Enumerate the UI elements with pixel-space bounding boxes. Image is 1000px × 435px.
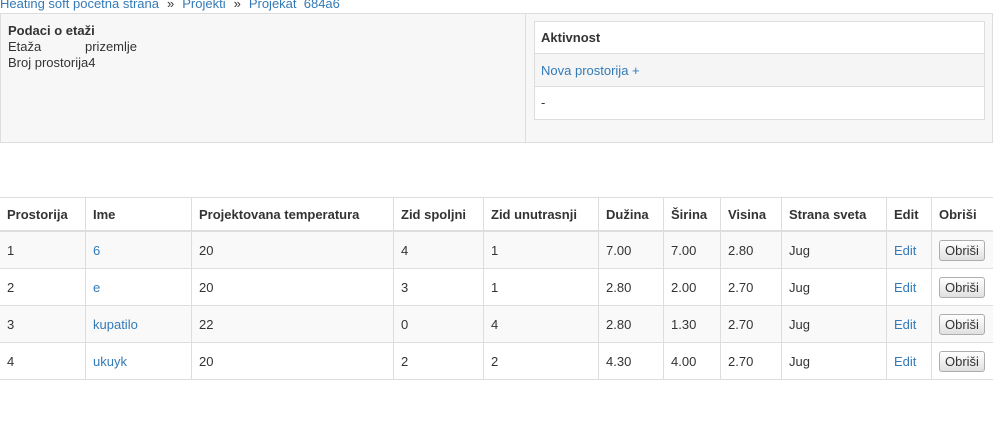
room-orientation: Jug	[781, 342, 887, 380]
room-count-value: 4	[88, 55, 96, 70]
column-header: Širina	[663, 197, 721, 232]
delete-cell: Obriši	[931, 231, 993, 269]
delete-button[interactable]: Obriši	[939, 276, 985, 298]
room-temperature: 22	[191, 305, 394, 343]
room-length: 2.80	[598, 268, 664, 306]
room-width: 1.30	[663, 305, 721, 343]
room-width: 4.00	[663, 342, 721, 380]
table-row: 3 kupatilo 22 0 4 2.80 1.30 2.70 Jug Edi…	[0, 305, 993, 343]
breadcrumb: Heating soft pocetna strana » Projekti » Pro…	[0, 0, 340, 12]
room-temperature: 20	[191, 342, 394, 380]
edit-link[interactable]: Edit	[894, 280, 916, 295]
room-width: 2.00	[663, 268, 721, 306]
delete-button[interactable]: Obriši	[939, 239, 985, 261]
breadcrumb-project-link[interactable]: Projekat 684a6	[249, 0, 340, 11]
activity-placeholder: -	[541, 95, 546, 110]
activity-new-room-row: Nova prostorija +	[535, 54, 984, 87]
table-row: 4 ukuyk 20 2 2 4.30 4.00 2.70 Jug Edit O…	[0, 342, 993, 380]
room-height: 2.70	[720, 268, 782, 306]
column-header: Obriši	[931, 197, 993, 232]
room-number: 3	[0, 305, 86, 343]
column-header: Zid spoljni	[393, 197, 484, 232]
room-outer-walls: 0	[393, 305, 484, 343]
activity-panel: Aktivnost Nova prostorija + -	[534, 21, 985, 120]
room-inner-walls: 1	[483, 231, 599, 269]
room-name-cell: e	[85, 268, 192, 306]
floor-details: Podaci o etaži Etaža prizemlje Broj prost…	[8, 23, 137, 71]
room-outer-walls: 4	[393, 231, 484, 269]
column-header: Ime	[85, 197, 192, 232]
room-inner-walls: 4	[483, 305, 599, 343]
room-name-link[interactable]: 6	[93, 243, 100, 258]
table-row: 2 e 20 3 1 2.80 2.00 2.70 Jug Edit Obriš…	[0, 268, 993, 306]
delete-cell: Obriši	[931, 342, 993, 380]
room-height: 2.70	[720, 342, 782, 380]
edit-cell: Edit	[886, 231, 932, 269]
room-inner-walls: 1	[483, 268, 599, 306]
breadcrumb-home-link[interactable]: Heating soft pocetna strana	[0, 0, 159, 11]
delete-button[interactable]: Obriši	[939, 313, 985, 335]
room-name-link[interactable]: kupatilo	[93, 317, 138, 332]
floor-details-title: Podaci o etaži	[8, 23, 95, 38]
delete-button[interactable]: Obriši	[939, 350, 985, 372]
room-length: 4.30	[598, 342, 664, 380]
edit-link[interactable]: Edit	[894, 243, 916, 258]
room-length: 2.80	[598, 305, 664, 343]
room-width: 7.00	[663, 231, 721, 269]
room-length: 7.00	[598, 231, 664, 269]
rooms-table: Prostorija Ime Projektovana temperatura …	[0, 197, 993, 380]
room-number: 1	[0, 231, 86, 269]
breadcrumb-separator: »	[233, 0, 241, 11]
room-name-link[interactable]: ukuyk	[93, 354, 127, 369]
column-header: Projektovana temperatura	[191, 197, 394, 232]
column-header: Strana sveta	[781, 197, 887, 232]
room-count-label: Broj prostorija	[8, 55, 89, 70]
table-header-row: Prostorija Ime Projektovana temperatura …	[0, 197, 993, 232]
room-height: 2.80	[720, 231, 782, 269]
floor-row: Etaža prizemlje	[8, 39, 137, 55]
breadcrumb-separator: »	[167, 0, 175, 11]
room-count-row: Broj prostorija4	[8, 55, 137, 71]
column-header: Zid unutrasnji	[483, 197, 599, 232]
room-name-cell: kupatilo	[85, 305, 192, 343]
floor-label: Etaža	[8, 39, 42, 54]
panel-divider	[525, 14, 526, 142]
room-height: 2.70	[720, 305, 782, 343]
room-temperature: 20	[191, 231, 394, 269]
new-room-link[interactable]: Nova prostorija +	[541, 63, 640, 78]
floor-value: prizemlje	[85, 39, 138, 54]
activity-title: Aktivnost	[535, 22, 984, 54]
edit-link[interactable]: Edit	[894, 317, 916, 332]
room-name-link[interactable]: e	[93, 280, 100, 295]
edit-cell: Edit	[886, 305, 932, 343]
room-name-cell: ukuyk	[85, 342, 192, 380]
room-name-cell: 6	[85, 231, 192, 269]
edit-link[interactable]: Edit	[894, 354, 916, 369]
delete-cell: Obriši	[931, 305, 993, 343]
column-header: Edit	[886, 197, 932, 232]
room-outer-walls: 2	[393, 342, 484, 380]
edit-cell: Edit	[886, 268, 932, 306]
room-inner-walls: 2	[483, 342, 599, 380]
column-header: Dužina	[598, 197, 664, 232]
breadcrumb-projects-link[interactable]: Projekti	[182, 0, 225, 11]
room-number: 2	[0, 268, 86, 306]
delete-cell: Obriši	[931, 268, 993, 306]
room-number: 4	[0, 342, 86, 380]
room-orientation: Jug	[781, 305, 887, 343]
room-orientation: Jug	[781, 268, 887, 306]
column-header: Prostorija	[0, 197, 86, 232]
room-outer-walls: 3	[393, 268, 484, 306]
room-orientation: Jug	[781, 231, 887, 269]
floor-info-panel: Podaci o etaži Etaža prizemlje Broj prost…	[0, 13, 993, 143]
table-row: 1 6 20 4 1 7.00 7.00 2.80 Jug Edit Obriš…	[0, 231, 993, 269]
column-header: Visina	[720, 197, 782, 232]
edit-cell: Edit	[886, 342, 932, 380]
room-temperature: 20	[191, 268, 394, 306]
